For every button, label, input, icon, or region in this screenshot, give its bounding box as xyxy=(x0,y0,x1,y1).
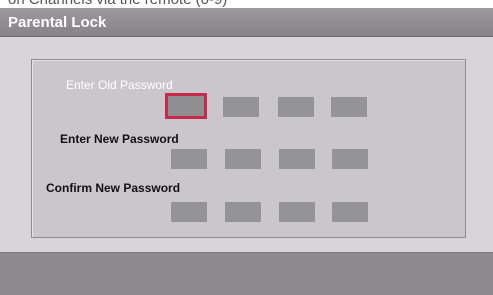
confirm-password-digit-1[interactable] xyxy=(171,202,207,222)
old-password-digit-3[interactable] xyxy=(278,97,314,117)
confirm-password-digit-2[interactable] xyxy=(225,202,261,222)
page-title: Parental Lock xyxy=(8,14,107,31)
cut-off-text-strip: on Channels via the remote (0-9) xyxy=(0,0,493,8)
confirm-password-digit-3[interactable] xyxy=(279,202,315,222)
old-password-digit-1[interactable] xyxy=(165,93,207,119)
new-password-label: Enter New Password xyxy=(60,132,179,146)
old-password-label: Enter Old Password xyxy=(66,78,173,92)
confirm-password-label: Confirm New Password xyxy=(46,181,181,195)
new-password-digit-4[interactable] xyxy=(332,149,368,169)
old-password-digit-4[interactable] xyxy=(331,97,367,117)
old-password-digit-2[interactable] xyxy=(223,97,259,117)
parental-lock-screen: on Channels via the remote (0-9) Parenta… xyxy=(0,0,493,295)
password-panel: Enter Old Password Enter New Password Co… xyxy=(31,59,466,238)
title-bar: Parental Lock xyxy=(0,8,493,37)
new-password-digit-3[interactable] xyxy=(279,149,315,169)
footer-bar xyxy=(0,253,493,295)
confirm-password-digit-4[interactable] xyxy=(332,202,368,222)
cut-off-text: on Channels via the remote (0-9) xyxy=(8,0,227,8)
new-password-digit-2[interactable] xyxy=(225,149,261,169)
new-password-digit-1[interactable] xyxy=(171,149,207,169)
